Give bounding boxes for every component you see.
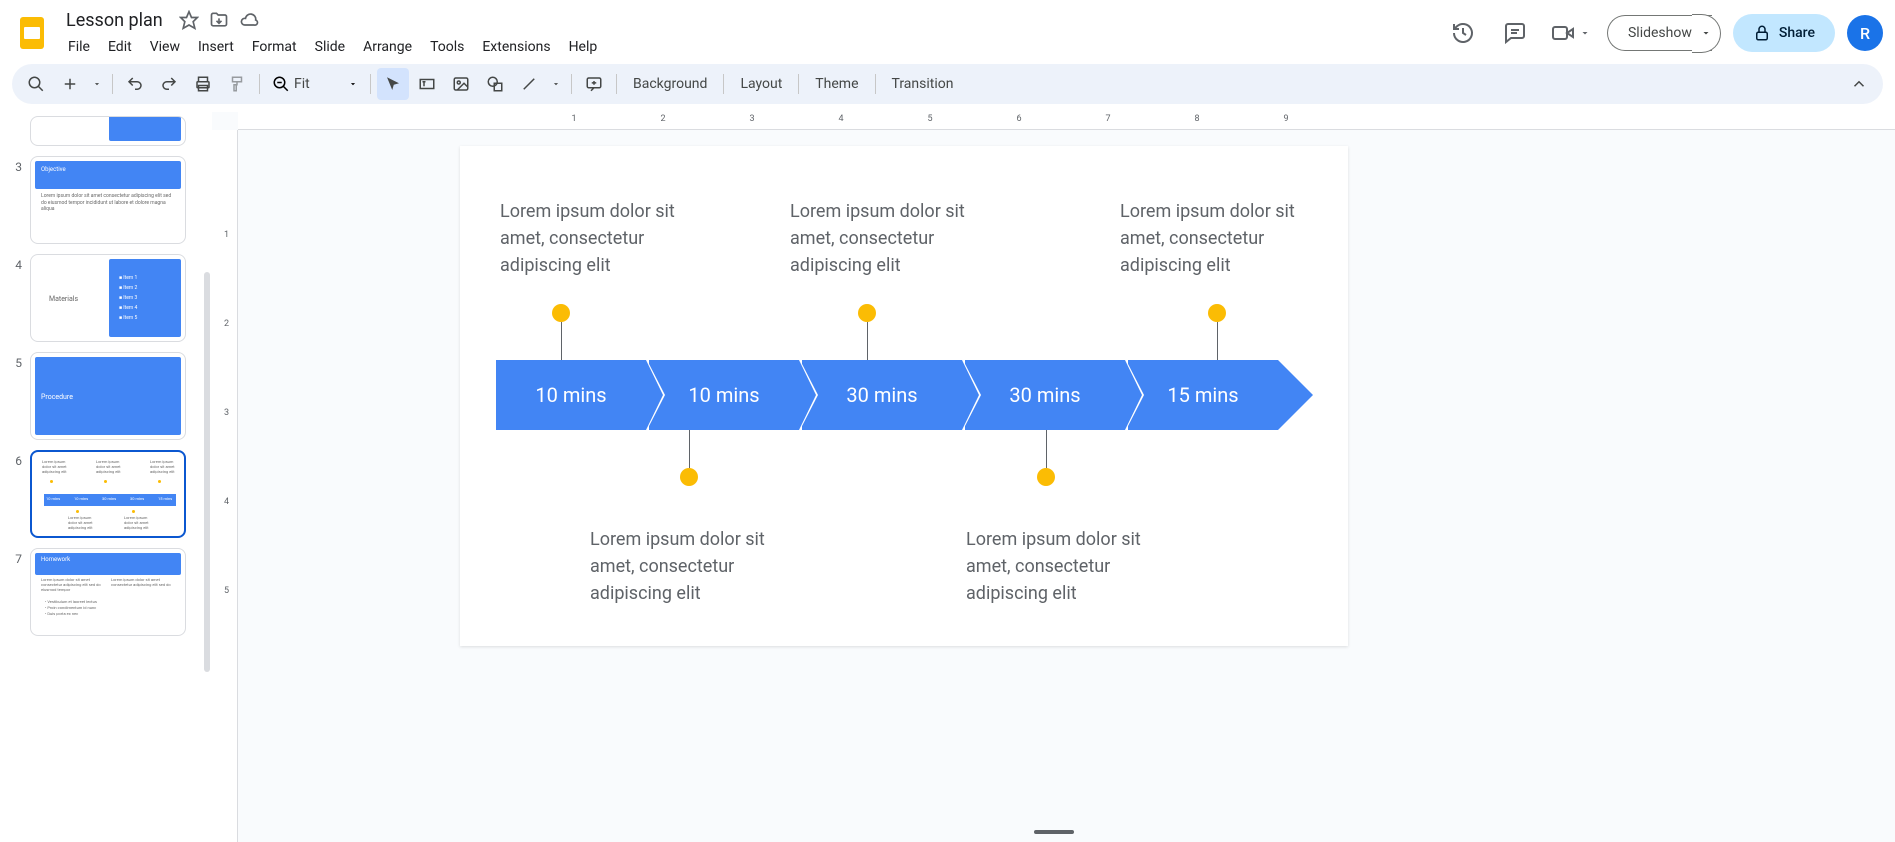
timeline-segment[interactable]: 10 mins (496, 360, 646, 430)
comment-icon[interactable] (578, 68, 610, 100)
slide-thumbnail[interactable]: Materials ■ Item 1■ Item 2■ Item 3■ Item… (30, 254, 186, 342)
menu-slide[interactable]: Slide (307, 35, 353, 59)
connector-line[interactable] (689, 430, 690, 468)
cloud-status-icon[interactable] (239, 10, 259, 30)
separator (370, 74, 371, 94)
annotation-text[interactable]: Lorem ipsum dolor sit amet, consectetur … (590, 526, 790, 607)
search-icon[interactable] (20, 68, 52, 100)
annotation-text[interactable]: Lorem ipsum dolor sit amet, consectetur … (1120, 198, 1320, 279)
slides-logo[interactable] (12, 13, 52, 53)
separator (723, 74, 724, 94)
slide-thumbnail-selected[interactable]: Lorem ipsum dolor sit amet adipiscing el… (30, 450, 186, 538)
slide-thumbnail[interactable]: Homework Lorem ipsum dolor sit amet cons… (30, 548, 186, 636)
transition-button[interactable]: Transition (882, 70, 964, 98)
share-button[interactable]: Share (1733, 14, 1835, 52)
menu-insert[interactable]: Insert (190, 35, 242, 59)
timeline-segment[interactable]: 30 mins (802, 360, 962, 430)
slide-panel[interactable]: 3 Objective Lorem ipsum dolor sit amet c… (0, 112, 212, 842)
menu-file[interactable]: File (60, 35, 98, 59)
connector-line[interactable] (1217, 322, 1218, 360)
slide-number: 5 (8, 352, 22, 370)
timeline-segment[interactable]: 10 mins (649, 360, 799, 430)
slide-number: 4 (8, 254, 22, 272)
timeline-dot[interactable] (552, 304, 570, 322)
slide-thumbnail[interactable]: Objective Lorem ipsum dolor sit amet con… (30, 156, 186, 244)
history-icon[interactable] (1443, 13, 1483, 53)
timeline-dot[interactable] (858, 304, 876, 322)
new-slide-dropdown[interactable] (88, 68, 106, 100)
theme-button[interactable]: Theme (805, 70, 868, 98)
separator (798, 74, 799, 94)
menu-help[interactable]: Help (561, 35, 606, 59)
scroll-indicator[interactable] (1034, 830, 1074, 834)
avatar[interactable]: R (1847, 15, 1883, 51)
line-icon[interactable] (513, 68, 545, 100)
redo-icon[interactable] (153, 68, 185, 100)
menu-view[interactable]: View (142, 35, 188, 59)
connector-line[interactable] (867, 322, 868, 360)
timeline-dot[interactable] (1208, 304, 1226, 322)
toolbar: Fit Background Layout Theme Transition (12, 64, 1883, 104)
slide-number (8, 116, 22, 120)
print-icon[interactable] (187, 68, 219, 100)
separator (616, 74, 617, 94)
share-label: Share (1779, 25, 1815, 41)
layout-button[interactable]: Layout (730, 70, 792, 98)
line-dropdown[interactable] (547, 68, 565, 100)
separator (571, 74, 572, 94)
comments-icon[interactable] (1495, 13, 1535, 53)
zoom-value: Fit (294, 76, 324, 92)
new-slide-button[interactable] (54, 68, 86, 100)
document-title[interactable]: Lesson plan (60, 8, 169, 33)
slide-number: 7 (8, 548, 22, 566)
move-icon[interactable] (209, 10, 229, 30)
connector-line[interactable] (561, 322, 562, 360)
menubar: File Edit View Insert Format Slide Arran… (60, 35, 1443, 59)
zoom-control[interactable]: Fit (266, 75, 364, 93)
ruler-horizontal: 1 2 3 4 5 6 7 8 9 (238, 112, 1895, 130)
separator (112, 74, 113, 94)
collapse-toolbar-icon[interactable] (1843, 68, 1875, 100)
slide-canvas[interactable]: Lorem ipsum dolor sit amet, consectetur … (460, 146, 1348, 646)
separator (875, 74, 876, 94)
canvas-area[interactable]: 1 2 3 4 5 6 7 8 9 1 2 3 4 5 Lorem ipsum … (212, 112, 1895, 842)
star-icon[interactable] (179, 10, 199, 30)
slide-number: 3 (8, 156, 22, 174)
shape-icon[interactable] (479, 68, 511, 100)
slide-number: 6 (8, 450, 22, 468)
timeline-dot[interactable] (680, 468, 698, 486)
menu-extensions[interactable]: Extensions (474, 35, 558, 59)
annotation-text[interactable]: Lorem ipsum dolor sit amet, consectetur … (966, 526, 1166, 607)
timeline-segment[interactable]: 30 mins (965, 360, 1125, 430)
annotation-text[interactable]: Lorem ipsum dolor sit amet, consectetur … (790, 198, 990, 279)
timeline-segment[interactable]: 15 mins (1128, 360, 1278, 430)
select-tool-icon[interactable] (377, 68, 409, 100)
menu-format[interactable]: Format (244, 35, 305, 59)
textbox-icon[interactable] (411, 68, 443, 100)
annotation-text[interactable]: Lorem ipsum dolor sit amet, consectetur … (500, 198, 700, 279)
meet-button[interactable] (1547, 15, 1595, 51)
menu-edit[interactable]: Edit (100, 35, 140, 59)
timeline-dot[interactable] (1037, 468, 1055, 486)
paint-format-icon[interactable] (221, 68, 253, 100)
connector-line[interactable] (1046, 430, 1047, 468)
background-button[interactable]: Background (623, 70, 717, 98)
slide-thumbnail[interactable]: Procedure (30, 352, 186, 440)
ruler-vertical: 1 2 3 4 5 (212, 130, 238, 842)
image-icon[interactable] (445, 68, 477, 100)
slideshow-dropdown[interactable] (1692, 14, 1721, 53)
slide-thumbnail[interactable] (30, 116, 186, 146)
undo-icon[interactable] (119, 68, 151, 100)
menu-tools[interactable]: Tools (422, 35, 472, 59)
menu-arrange[interactable]: Arrange (355, 35, 420, 59)
separator (259, 74, 260, 94)
